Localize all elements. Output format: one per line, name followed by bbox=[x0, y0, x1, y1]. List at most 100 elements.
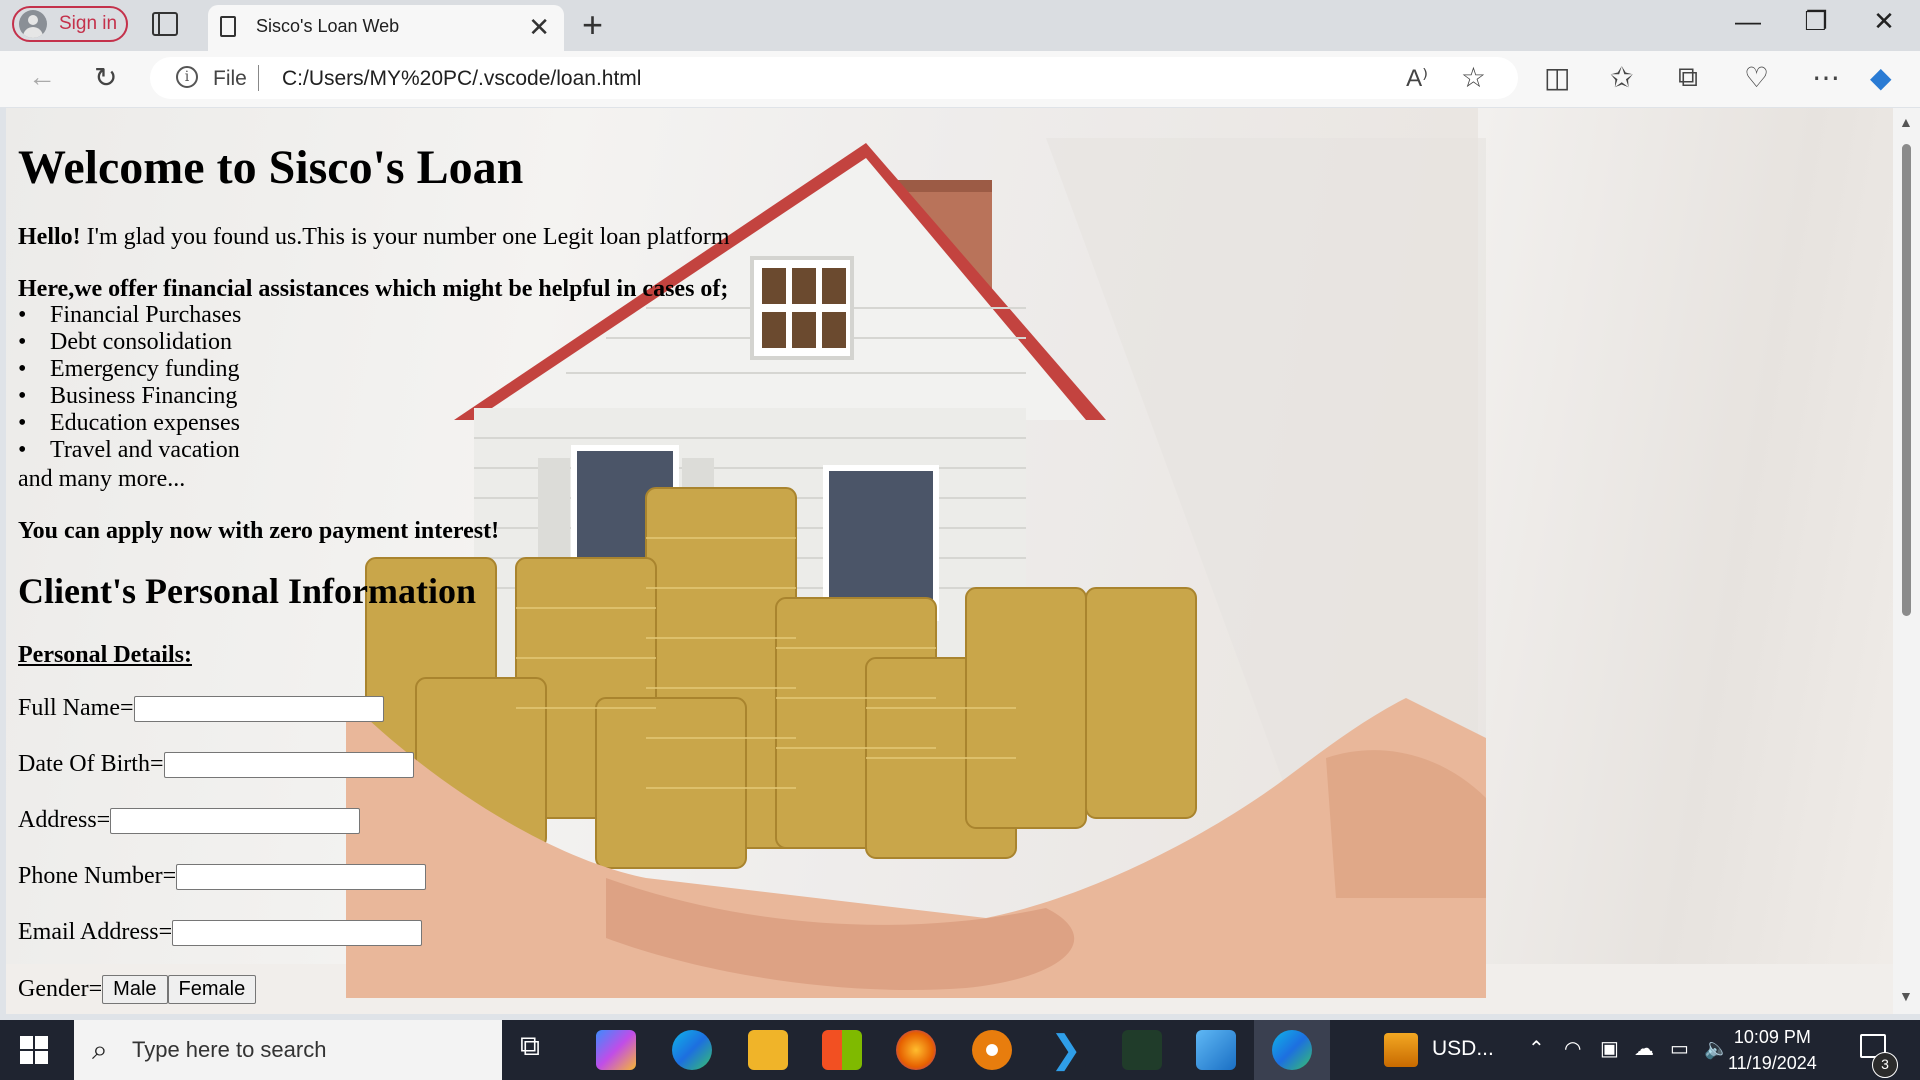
more-text: and many more... bbox=[18, 466, 186, 492]
add-favorite-icon[interactable]: ☆ bbox=[1461, 61, 1486, 94]
currency-widget-label[interactable]: USD... bbox=[1432, 1037, 1494, 1061]
volume-icon[interactable]: 🔈 bbox=[1704, 1036, 1729, 1061]
clock-time: 10:09 PM bbox=[1733, 1027, 1811, 1047]
dob-row: Date Of Birth= bbox=[18, 751, 414, 778]
hello-text: I'm glad you found us.This is your numbe… bbox=[80, 224, 730, 250]
refresh-icon[interactable]: ↻ bbox=[94, 61, 117, 94]
services-list: Financial Purchases Debt consolidation E… bbox=[18, 302, 241, 464]
taskbar-search-box[interactable]: ⌕ Type here to search bbox=[74, 1020, 502, 1080]
search-icon: ⌕ bbox=[92, 1034, 108, 1065]
list-item: Business Financing bbox=[18, 383, 241, 410]
search-placeholder: Type here to search bbox=[132, 1037, 327, 1062]
background-image-row bbox=[6, 964, 1893, 1014]
gender-row: Gender= Male Female bbox=[18, 975, 257, 1004]
section-title: Client's Personal Information bbox=[18, 571, 476, 611]
url-scheme-label: File bbox=[213, 67, 247, 90]
tab-actions-icon[interactable] bbox=[152, 12, 178, 36]
restore-icon[interactable]: ❐ bbox=[1796, 6, 1836, 37]
edge-app-icon[interactable] bbox=[672, 1030, 712, 1070]
tab-title: Sisco's Loan Web bbox=[256, 16, 400, 36]
site-info-icon[interactable]: i bbox=[176, 66, 198, 88]
browser-toolbar: ← ↻ i File C:/Users/MY%20PC/.vscode/loan… bbox=[0, 51, 1920, 107]
gender-male-button[interactable]: Male bbox=[102, 975, 168, 1004]
file-explorer-icon[interactable] bbox=[748, 1030, 788, 1070]
list-item: Education expenses bbox=[18, 410, 241, 437]
firefox-icon[interactable] bbox=[896, 1030, 936, 1070]
scrollbar-thumb[interactable] bbox=[1902, 144, 1911, 616]
chart-app-icon[interactable] bbox=[1122, 1030, 1162, 1070]
onedrive-icon[interactable]: ☁ bbox=[1634, 1036, 1654, 1061]
read-aloud-icon[interactable]: A⁾ bbox=[1406, 64, 1428, 93]
meet-now-icon[interactable]: ▣ bbox=[1600, 1036, 1619, 1061]
settings-more-icon[interactable]: ⋯ bbox=[1812, 61, 1840, 94]
address-label: Address= bbox=[18, 807, 111, 833]
close-tab-icon[interactable]: ✕ bbox=[528, 12, 550, 43]
battery-icon[interactable]: ▭ bbox=[1670, 1036, 1689, 1061]
network-icon[interactable]: ◠ bbox=[1564, 1036, 1581, 1061]
scroll-up-icon[interactable]: ▲ bbox=[1899, 114, 1913, 130]
email-row: Email Address= bbox=[18, 919, 423, 946]
address-input[interactable] bbox=[110, 807, 361, 834]
task-view-icon[interactable]: ⧉ bbox=[520, 1030, 560, 1070]
windows-taskbar: ⌕ Type here to search ⧉ ❯ USD... ⌃ ◠ ▣ ☁… bbox=[0, 1020, 1920, 1080]
list-item: Debt consolidation bbox=[18, 329, 241, 356]
email-label: Email Address= bbox=[18, 919, 173, 945]
taskbar-clock[interactable]: 10:09 PM 11/19/2024 bbox=[1728, 1024, 1817, 1076]
edge-active-app-slot[interactable] bbox=[1254, 1020, 1330, 1080]
new-tab-icon[interactable]: + bbox=[582, 4, 603, 46]
profile-avatar-icon bbox=[19, 10, 47, 38]
apply-text: You can apply now with zero payment inte… bbox=[18, 518, 500, 544]
vertical-scrollbar[interactable]: ▲ ▼ bbox=[1893, 108, 1920, 1014]
microsoft-store-icon[interactable] bbox=[822, 1030, 862, 1070]
copilot-icon[interactable]: ◆ bbox=[1870, 61, 1892, 94]
address-bar[interactable]: i File C:/Users/MY%20PC/.vscode/loan.htm… bbox=[150, 57, 1518, 99]
sign-in-label: Sign in bbox=[59, 13, 118, 34]
full-name-label: Full Name= bbox=[18, 695, 134, 721]
vscode-icon[interactable]: ❯ bbox=[1046, 1030, 1086, 1070]
gender-label: Gender= bbox=[18, 976, 103, 1002]
favorites-icon[interactable]: ✩ bbox=[1610, 61, 1633, 94]
phone-row: Phone Number= bbox=[18, 863, 427, 890]
welcome-message: Hello! I'm glad you found us.This is you… bbox=[18, 224, 730, 251]
dob-label: Date Of Birth= bbox=[18, 751, 164, 777]
collections-icon[interactable]: ⧉ bbox=[1678, 61, 1698, 94]
offer-text: Here,we offer financial assistances whic… bbox=[18, 276, 729, 302]
notification-badge: 3 bbox=[1872, 1052, 1898, 1078]
email-input[interactable] bbox=[172, 919, 423, 946]
browser-tab-strip: Sign in Sisco's Loan Web ✕ + — ❐ ✕ bbox=[0, 0, 1920, 51]
photos-app-icon[interactable] bbox=[1196, 1030, 1236, 1070]
hello-bold: Hello! bbox=[18, 224, 81, 250]
back-icon[interactable]: ← bbox=[28, 61, 56, 93]
minimize-icon[interactable]: — bbox=[1728, 6, 1768, 37]
gender-female-button[interactable]: Female bbox=[167, 975, 257, 1004]
edge-app-icon bbox=[1272, 1030, 1312, 1070]
address-separator bbox=[258, 65, 259, 91]
phone-label: Phone Number= bbox=[18, 863, 177, 889]
full-name-row: Full Name= bbox=[18, 695, 384, 722]
currency-widget-icon[interactable] bbox=[1384, 1033, 1418, 1067]
start-button[interactable] bbox=[20, 1036, 48, 1064]
phone-input[interactable] bbox=[176, 863, 427, 890]
full-name-input[interactable] bbox=[133, 695, 384, 722]
list-item: Travel and vacation bbox=[18, 437, 241, 464]
copilot-app-icon[interactable] bbox=[596, 1030, 636, 1070]
scroll-down-icon[interactable]: ▼ bbox=[1899, 988, 1913, 1004]
close-window-icon[interactable]: ✕ bbox=[1864, 6, 1904, 37]
list-item: Emergency funding bbox=[18, 356, 241, 383]
show-hidden-icons[interactable]: ⌃ bbox=[1528, 1036, 1545, 1061]
split-screen-icon[interactable]: ◫ bbox=[1544, 61, 1570, 94]
sign-in-button[interactable]: Sign in bbox=[12, 6, 128, 42]
personal-details-label: Personal Details: bbox=[18, 642, 192, 668]
clock-date: 11/19/2024 bbox=[1728, 1053, 1817, 1073]
address-row: Address= bbox=[18, 807, 361, 834]
page-icon bbox=[220, 16, 236, 37]
dob-input[interactable] bbox=[163, 751, 414, 778]
browser-essentials-icon[interactable]: ♡ bbox=[1744, 61, 1769, 94]
url-text[interactable]: C:/Users/MY%20PC/.vscode/loan.html bbox=[282, 67, 641, 91]
page-viewport: Welcome to Sisco's Loan Hello! I'm glad … bbox=[6, 108, 1893, 1014]
list-item: Financial Purchases bbox=[18, 302, 241, 329]
page-heading: Welcome to Sisco's Loan bbox=[18, 141, 524, 194]
page-content: Welcome to Sisco's Loan Hello! I'm glad … bbox=[18, 108, 730, 1004]
active-tab[interactable]: Sisco's Loan Web ✕ bbox=[208, 5, 564, 51]
blender-icon[interactable] bbox=[972, 1030, 1012, 1070]
